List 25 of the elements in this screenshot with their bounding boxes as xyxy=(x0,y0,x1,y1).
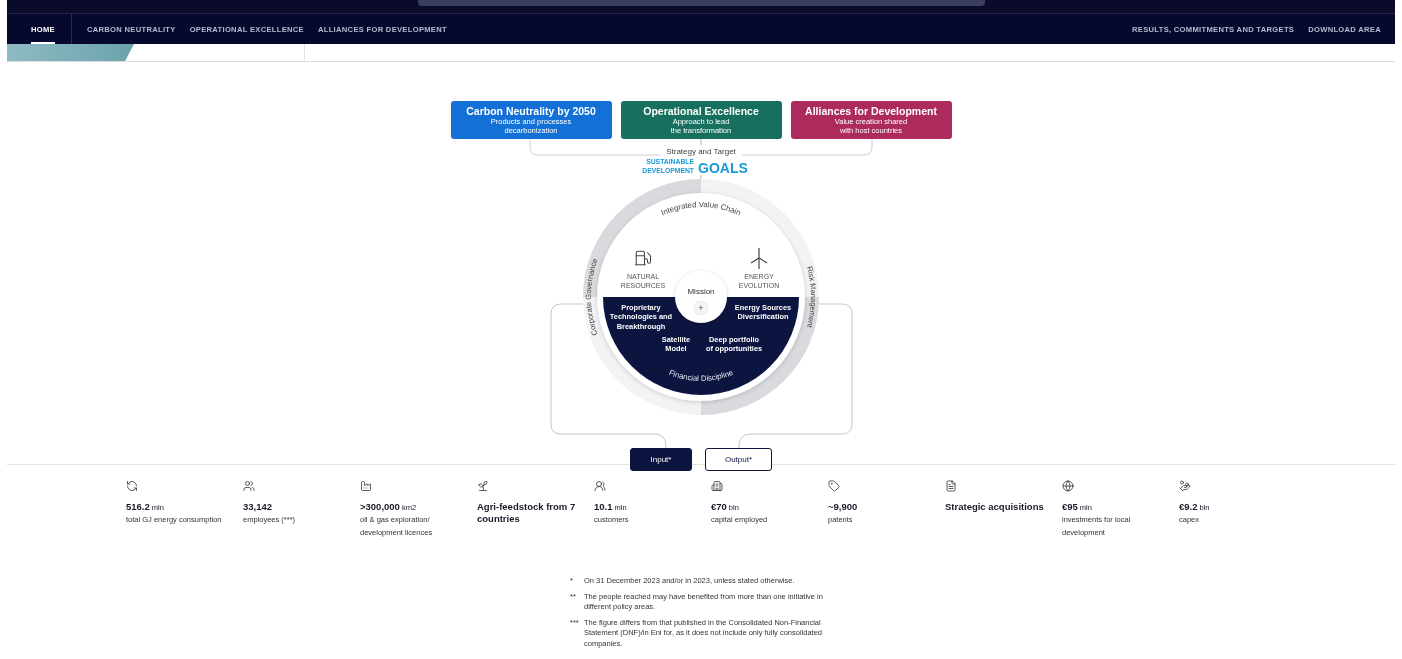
users-icon xyxy=(594,480,606,492)
card-title: Alliances for Development xyxy=(805,105,937,118)
card-title: Operational Excellence xyxy=(643,105,759,118)
refresh-icon xyxy=(126,480,138,492)
strategy-label: Strategy and Target xyxy=(666,147,736,156)
toggle-button[interactable]: Input* xyxy=(630,448,692,471)
fuel-pump-icon xyxy=(635,251,651,265)
document-icon xyxy=(945,480,957,492)
building-icon xyxy=(711,480,723,492)
coins-icon xyxy=(1179,480,1191,492)
card-title: Carbon Neutrality by 2050 xyxy=(466,105,596,118)
people-icon xyxy=(243,480,255,492)
metric-value: 33,142 xyxy=(243,501,274,513)
mission-label: Mission xyxy=(687,287,715,296)
tag-icon xyxy=(828,480,840,492)
sdg-logo-goals: GOALS xyxy=(698,160,748,176)
metric-value: ~9,900 xyxy=(828,501,859,513)
factory-icon xyxy=(360,480,372,492)
wind-turbine-icon xyxy=(750,247,768,270)
metric-value: Strategic acquisitions xyxy=(945,501,1045,513)
plus-label: + xyxy=(698,303,704,313)
toggle-button[interactable]: Output* xyxy=(705,448,772,471)
sprout-icon xyxy=(477,480,489,492)
metric-value: Agri-feedstock from 7 countries xyxy=(477,501,577,525)
globe-icon xyxy=(1062,480,1074,492)
